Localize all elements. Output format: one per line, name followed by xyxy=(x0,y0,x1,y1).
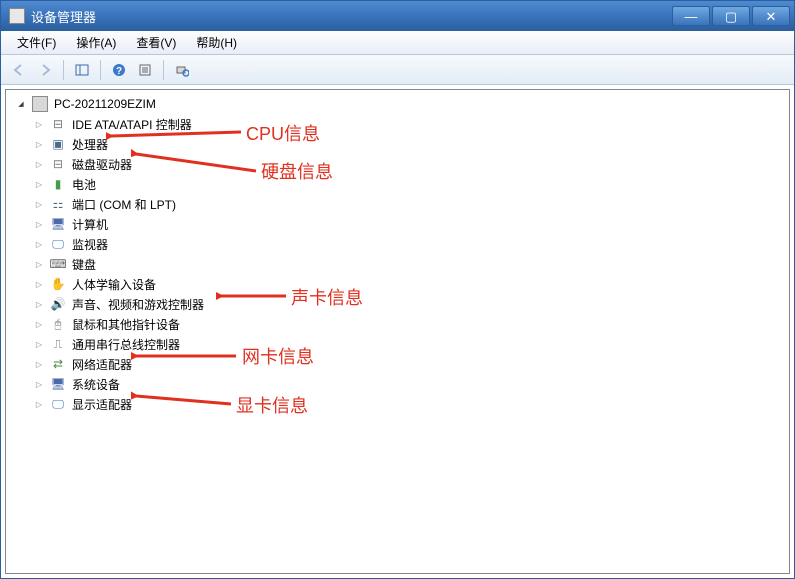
expand-icon[interactable] xyxy=(34,159,44,169)
ide-icon: ⊟ xyxy=(50,116,66,132)
tree-item-label: 处理器 xyxy=(70,135,110,154)
tree-item-disk[interactable]: ⊟ 磁盘驱动器 xyxy=(30,154,789,174)
system-icon: 🖥 xyxy=(50,376,66,392)
expand-icon[interactable] xyxy=(34,359,44,369)
titlebar[interactable]: 设备管理器 — ▢ ✕ xyxy=(1,1,794,31)
tree-item-processor[interactable]: ▣ 处理器 xyxy=(30,134,789,154)
toolbar-separator xyxy=(100,60,101,80)
tree-item-display[interactable]: 🖵 显示适配器 xyxy=(30,394,789,414)
monitor-icon: 🖵 xyxy=(50,236,66,252)
tree-item-label: 网络适配器 xyxy=(70,355,134,374)
expand-icon[interactable] xyxy=(34,299,44,309)
menu-action[interactable]: 操作(A) xyxy=(66,31,126,54)
help-button[interactable]: ? xyxy=(107,58,131,82)
scan-hardware-button[interactable] xyxy=(170,58,194,82)
expand-icon[interactable] xyxy=(34,119,44,129)
tree-item-label: 显示适配器 xyxy=(70,395,134,414)
disk-icon: ⊟ xyxy=(50,156,66,172)
show-hide-button[interactable] xyxy=(70,58,94,82)
tree-item-network[interactable]: ⇄ 网络适配器 xyxy=(30,354,789,374)
back-button[interactable] xyxy=(7,58,31,82)
tree-item-label: 磁盘驱动器 xyxy=(70,155,134,174)
expand-icon[interactable] xyxy=(34,279,44,289)
cpu-icon: ▣ xyxy=(50,136,66,152)
expand-icon[interactable] xyxy=(34,399,44,409)
menu-help[interactable]: 帮助(H) xyxy=(186,31,247,54)
tree-item-label: IDE ATA/ATAPI 控制器 xyxy=(70,115,194,134)
mouse-icon: 🖰 xyxy=(50,316,66,332)
expand-icon[interactable] xyxy=(34,139,44,149)
tree-item-label: 计算机 xyxy=(70,215,110,234)
window-title: 设备管理器 xyxy=(31,7,672,26)
tree-item-mouse[interactable]: 🖰 鼠标和其他指针设备 xyxy=(30,314,789,334)
tree-item-battery[interactable]: ▮ 电池 xyxy=(30,174,789,194)
tree-item-label: 系统设备 xyxy=(70,375,122,394)
tree-item-label: 通用串行总线控制器 xyxy=(70,335,182,354)
minimize-button[interactable]: — xyxy=(672,6,710,26)
computer-icon xyxy=(32,96,48,112)
window-controls: — ▢ ✕ xyxy=(672,6,790,26)
device-manager-window: 设备管理器 — ▢ ✕ 文件(F) 操作(A) 查看(V) 帮助(H) ? PC… xyxy=(0,0,795,579)
port-icon: ⚏ xyxy=(50,196,66,212)
device-tree: PC-20211209EZIM ⊟ IDE ATA/ATAPI 控制器 ▣ 处理… xyxy=(6,90,789,418)
maximize-button[interactable]: ▢ xyxy=(712,6,750,26)
tree-item-monitor[interactable]: 🖵 监视器 xyxy=(30,234,789,254)
menu-file[interactable]: 文件(F) xyxy=(7,31,66,54)
expand-icon[interactable] xyxy=(34,259,44,269)
expand-icon[interactable] xyxy=(34,379,44,389)
tree-root[interactable]: PC-20211209EZIM xyxy=(12,94,789,114)
battery-icon: ▮ xyxy=(50,176,66,192)
tree-item-label: 鼠标和其他指针设备 xyxy=(70,315,182,334)
tree-item-ports[interactable]: ⚏ 端口 (COM 和 LPT) xyxy=(30,194,789,214)
menubar: 文件(F) 操作(A) 查看(V) 帮助(H) xyxy=(1,31,794,55)
tree-content: PC-20211209EZIM ⊟ IDE ATA/ATAPI 控制器 ▣ 处理… xyxy=(5,89,790,574)
properties-button[interactable] xyxy=(133,58,157,82)
tree-item-label: 电池 xyxy=(70,175,98,194)
tree-item-audio[interactable]: 🔊 声音、视频和游戏控制器 xyxy=(30,294,789,314)
toolbar: ? xyxy=(1,55,794,85)
network-icon: ⇄ xyxy=(50,356,66,372)
forward-button[interactable] xyxy=(33,58,57,82)
tree-item-label: 监视器 xyxy=(70,235,110,254)
hid-icon: ✋ xyxy=(50,276,66,292)
menu-view[interactable]: 查看(V) xyxy=(126,31,186,54)
close-button[interactable]: ✕ xyxy=(752,6,790,26)
tree-item-label: 人体学输入设备 xyxy=(70,275,158,294)
audio-icon: 🔊 xyxy=(50,296,66,312)
tree-item-usb[interactable]: ⎍ 通用串行总线控制器 xyxy=(30,334,789,354)
tree-item-label: 键盘 xyxy=(70,255,98,274)
app-icon xyxy=(9,8,25,24)
expand-icon[interactable] xyxy=(34,239,44,249)
svg-text:?: ? xyxy=(116,66,122,77)
display-adapter-icon: 🖵 xyxy=(50,396,66,412)
tree-root-label: PC-20211209EZIM xyxy=(52,96,158,112)
tree-item-label: 端口 (COM 和 LPT) xyxy=(70,195,178,214)
tree-item-computer[interactable]: 🖥 计算机 xyxy=(30,214,789,234)
tree-item-label: 声音、视频和游戏控制器 xyxy=(70,295,206,314)
tree-item-hid[interactable]: ✋ 人体学输入设备 xyxy=(30,274,789,294)
tree-item-ide[interactable]: ⊟ IDE ATA/ATAPI 控制器 xyxy=(30,114,789,134)
expand-icon[interactable] xyxy=(34,339,44,349)
tree-item-system[interactable]: 🖥 系统设备 xyxy=(30,374,789,394)
expand-icon[interactable] xyxy=(34,319,44,329)
expand-icon[interactable] xyxy=(34,179,44,189)
tree-item-keyboard[interactable]: ⌨ 键盘 xyxy=(30,254,789,274)
toolbar-separator xyxy=(63,60,64,80)
toolbar-separator xyxy=(163,60,164,80)
usb-icon: ⎍ xyxy=(50,336,66,352)
expand-icon[interactable] xyxy=(34,199,44,209)
expand-icon[interactable] xyxy=(34,219,44,229)
expand-icon[interactable] xyxy=(16,99,26,109)
keyboard-icon: ⌨ xyxy=(50,256,66,272)
computer-category-icon: 🖥 xyxy=(50,216,66,232)
